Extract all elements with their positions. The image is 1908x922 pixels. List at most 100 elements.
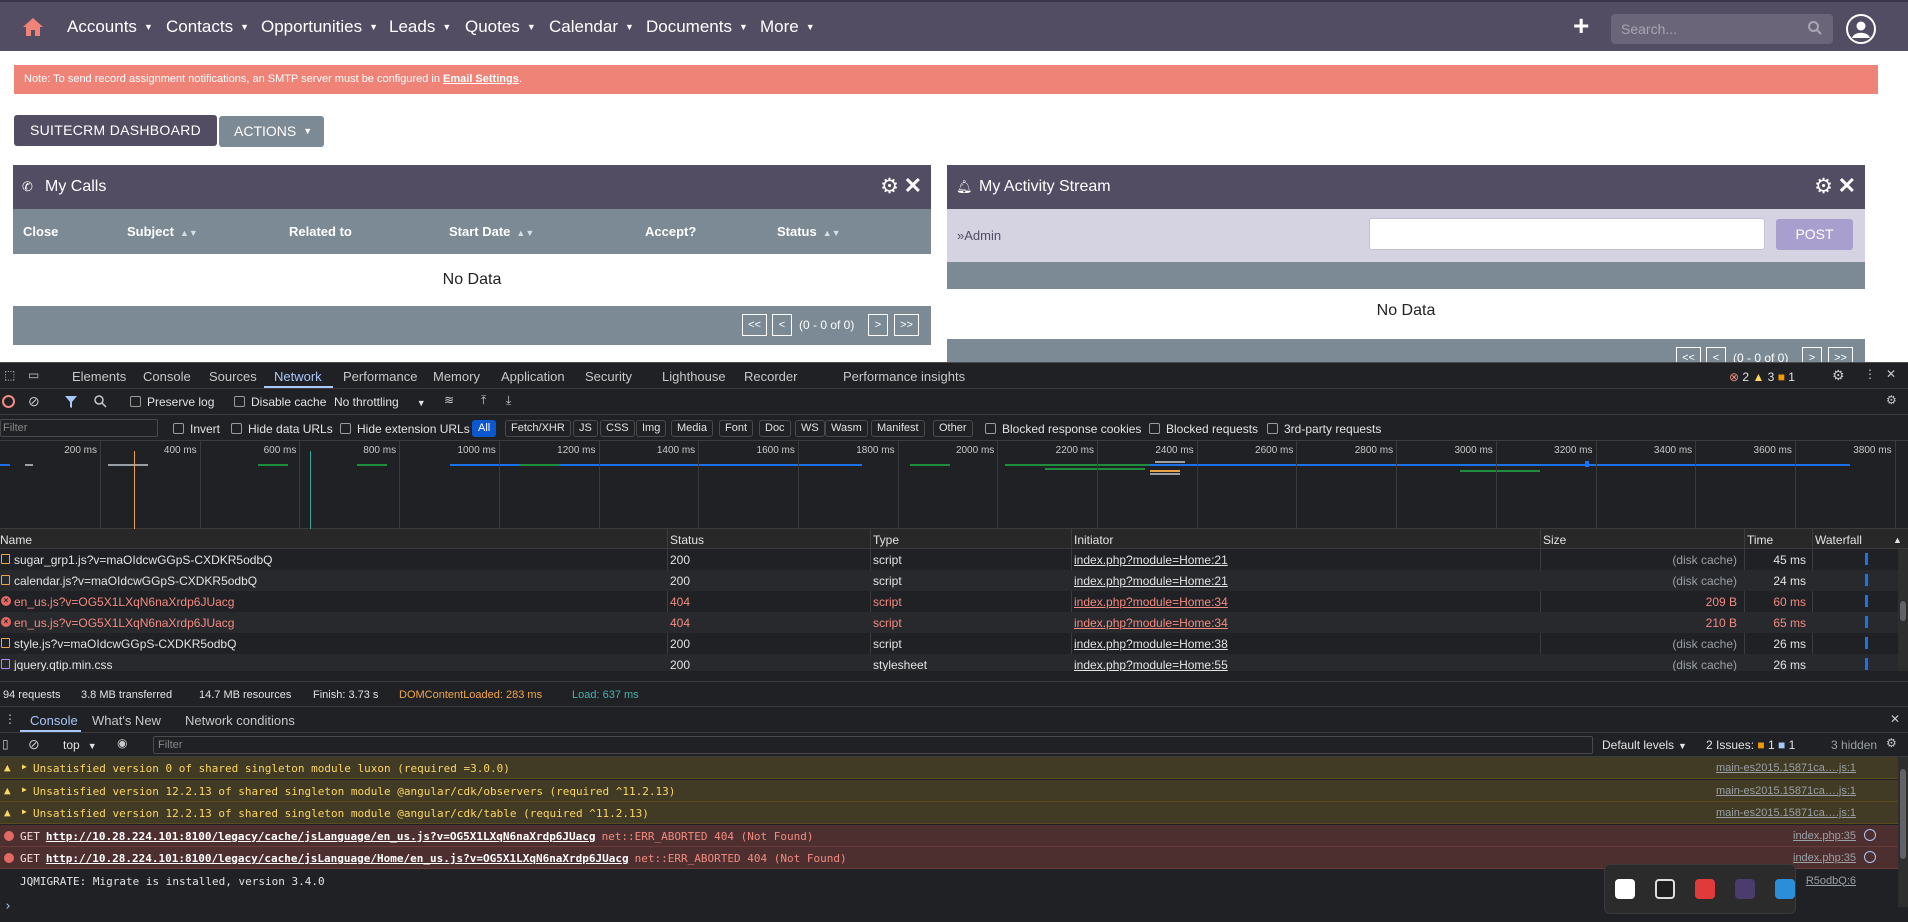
request-initiator[interactable]: index.php?module=Home:38 [1074,637,1228,651]
nav-documents[interactable]: Documents ▼ [646,17,748,37]
console-message[interactable]: ▲ ▶ Unsatisfied version 0 of shared single… [0,757,1898,779]
network-request-row[interactable]: calendar.js?v=maOIdcwGGpS-CXDKR5odbQ 200 s… [0,570,1898,591]
tab-network[interactable]: Network [274,369,322,384]
tab-sources[interactable]: Sources [209,369,257,384]
feather-icon[interactable] [1735,879,1755,899]
tab-console[interactable]: Console [143,369,191,384]
col-waterfall[interactable]: Waterfall [1815,533,1862,547]
drawer-tab-console[interactable]: Console [30,713,78,728]
expand-arrow-icon[interactable]: ▶ [22,807,27,816]
actions-button[interactable]: ACTIONS ▼ [219,116,325,147]
close-devtools-icon[interactable]: ✕ [1886,367,1896,381]
network-request-row[interactable]: sugar_grp1.js?v=maOIdcwGGpS-CXDKR5odbQ 20… [0,549,1898,570]
audio-icon[interactable] [1655,879,1675,899]
search-input[interactable]: Search... [1611,14,1833,44]
expand-arrow-icon[interactable]: ▶ [22,785,27,794]
drawer-menu-icon[interactable]: ⋮ [4,712,16,726]
last-page-button[interactable]: >> [894,314,919,336]
nav-leads[interactable]: Leads ▼ [389,17,451,37]
import-har-icon[interactable]: ⤒ [481,393,486,408]
nav-quotes[interactable]: Quotes ▼ [465,17,536,37]
prev-page-button[interactable]: < [1706,347,1726,362]
tab-application[interactable]: Application [501,369,565,384]
third-party-checkbox[interactable] [1267,423,1278,434]
tab-performance-insights[interactable]: Performance insights [843,369,965,384]
search-icon[interactable] [1807,20,1823,36]
hide-extension-urls-checkbox[interactable] [340,423,351,434]
sort-icon[interactable]: ▲▼ [180,228,198,238]
expand-arrow-icon[interactable]: ▶ [22,762,27,771]
message-source-link[interactable]: main-es2015.15871ca….js:1 [1716,762,1856,774]
more-options-icon[interactable]: ⋮ [1864,367,1876,381]
console-message[interactable]: GET http://10.28.224.101:8100/legacy/cach… [0,824,1898,847]
inspect-icon[interactable]: ⬚ [4,368,15,382]
tab-security[interactable]: Security [585,369,632,384]
clear-icon[interactable]: ⊘ [28,393,40,410]
network-request-row[interactable]: × en_us.js?v=OG5X1LXqN6naXrdp6JUacg 404 scr… [0,591,1898,612]
message-source-link[interactable]: main-es2015.15871ca….js:1 [1716,807,1856,819]
prev-page-button[interactable]: < [772,314,792,336]
filter-img[interactable]: Img [636,420,667,437]
col-status[interactable]: Status [670,533,704,547]
request-initiator[interactable]: index.php?module=Home:21 [1074,553,1228,567]
network-request-row[interactable]: style.js?v=maOIdcwGGpS-CXDKR5odbQ 200 scri… [0,633,1898,654]
network-scrollbar[interactable] [1898,549,1908,671]
drive-icon[interactable] [1615,879,1635,899]
security-icon[interactable] [1775,879,1795,899]
search-icon[interactable] [94,395,107,408]
console-settings-icon[interactable]: ⚙ [1886,736,1897,750]
hide-data-urls-checkbox[interactable] [231,423,242,434]
message-source-link[interactable]: index.php:35 [1793,830,1856,842]
col-status[interactable]: Status ▲▼ [777,224,841,239]
next-page-button[interactable]: > [1802,347,1822,362]
context-select[interactable]: top ▼ [63,738,97,752]
network-reveal-icon[interactable] [1864,828,1876,841]
close-drawer-icon[interactable]: ✕ [1890,712,1900,726]
col-initiator[interactable]: Initiator [1074,533,1113,547]
settings-gear-icon[interactable]: ⚙ [1832,367,1845,384]
eye-icon[interactable]: ◉ [117,736,127,750]
last-page-button[interactable]: >> [1828,347,1853,362]
activity-post-input[interactable] [1369,218,1765,250]
drawer-tab-network-conditions[interactable]: Network conditions [185,713,295,728]
filter-all[interactable]: All [472,420,497,437]
network-conditions-icon[interactable]: ≋ [444,393,454,407]
invert-checkbox[interactable] [173,423,184,434]
message-source-link[interactable]: main-es2015.15871ca….js:1 [1716,785,1856,797]
filter-wasm[interactable]: Wasm [825,420,868,437]
filter-media[interactable]: Media [671,420,713,437]
sort-icon[interactable]: ▲▼ [823,228,841,238]
filter-ws[interactable]: WS [795,420,825,437]
console-issues-button[interactable]: 2 Issues: ■ 1 ■ 1 [1706,738,1795,752]
export-har-icon[interactable]: ⤓ [506,393,511,408]
nav-accounts[interactable]: Accounts ▼ [67,17,153,37]
network-request-row[interactable]: jquery.qtip.min.css 200 stylesheet index.ph… [0,654,1898,671]
col-size[interactable]: Size [1543,533,1566,547]
close-icon[interactable]: ✕ [1838,173,1856,199]
nav-more[interactable]: More ▼ [760,17,815,37]
col-name[interactable]: Name [0,533,32,547]
tab-recorder[interactable]: Recorder [744,369,797,384]
network-settings-icon[interactable]: ⚙ [1886,393,1897,407]
clear-console-icon[interactable]: ⊘ [28,736,40,753]
console-message[interactable]: ▲ ▶ Unsatisfied version 12.2.13 of shared … [0,802,1898,824]
first-page-button[interactable]: << [1676,347,1701,362]
console-message[interactable]: ▲ ▶ Unsatisfied version 12.2.13 of shared … [0,779,1898,802]
create-plus-icon[interactable]: + [1573,12,1589,40]
blocked-requests-checkbox[interactable] [1149,423,1160,434]
log-levels-select[interactable]: Default levels ▼ [1602,738,1687,752]
console-filter-input[interactable]: Filter [153,736,1593,754]
request-url-link[interactable]: http://10.28.224.101:8100/legacy/cache/j… [46,830,596,843]
email-settings-link[interactable]: Email Settings [443,73,519,85]
first-page-button[interactable]: << [742,314,767,336]
admin-toggle[interactable]: »Admin [957,228,1001,243]
nav-contacts[interactable]: Contacts ▼ [166,17,249,37]
gear-icon[interactable]: ⚙ [1814,174,1833,199]
nav-opportunities[interactable]: Opportunities ▼ [261,17,378,37]
user-avatar-icon[interactable] [1846,14,1876,44]
preserve-log-checkbox[interactable] [130,396,141,407]
gear-icon[interactable]: ⚙ [880,174,899,199]
post-button[interactable]: POST [1776,219,1853,250]
request-url-link[interactable]: http://10.28.224.101:8100/legacy/cache/j… [46,852,629,865]
request-initiator[interactable]: index.php?module=Home:34 [1074,616,1228,630]
